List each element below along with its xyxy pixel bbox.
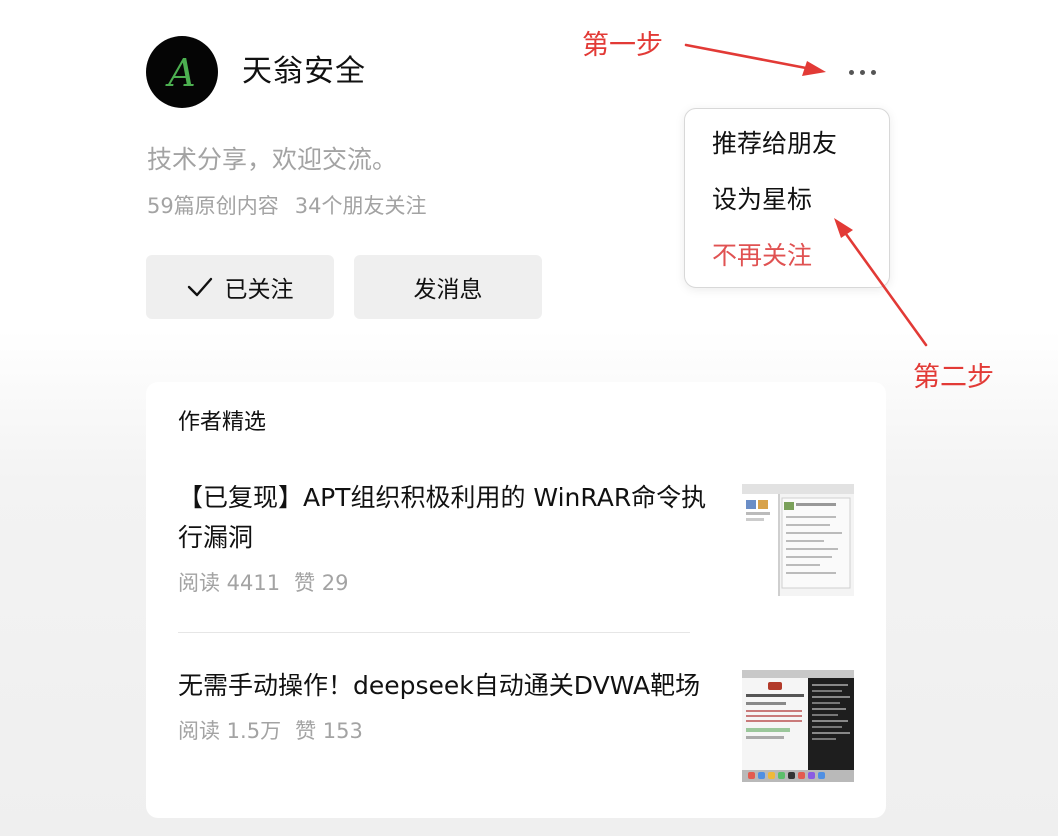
featured-articles-card: 作者精选 【已复现】APT组织积极利用的 WinRAR命令执行漏洞 阅读 441…: [146, 382, 886, 818]
menu-item-star[interactable]: 设为星标: [712, 183, 812, 217]
original-count: 59篇原创内容: [147, 194, 279, 218]
more-options-menu: 推荐给朋友 设为星标 不再关注: [684, 108, 890, 288]
article-title: 无需手动操作！deepseek自动通关DVWA靶场: [178, 671, 701, 700]
send-message-button[interactable]: 发消息: [354, 255, 542, 319]
article-likes: 赞 153: [295, 719, 363, 743]
divider: [178, 632, 690, 633]
send-message-label: 发消息: [413, 277, 483, 303]
avatar[interactable]: A: [146, 36, 218, 108]
more-options-button[interactable]: [838, 58, 886, 86]
avatar-letter: A: [165, 51, 195, 95]
article-likes: 赞 29: [294, 571, 349, 595]
menu-item-recommend[interactable]: 推荐给朋友: [712, 127, 837, 161]
account-stats: 59篇原创内容 34个朋友关注: [147, 191, 426, 221]
arrow-step-one: [684, 43, 826, 76]
article-reads: 阅读 4411: [178, 571, 281, 595]
account-bio: 技术分享，欢迎交流。: [147, 145, 398, 174]
more-dots-icon: [848, 69, 854, 75]
friends-following[interactable]: 34个朋友关注: [295, 194, 427, 218]
more-dot: [870, 69, 876, 75]
checkmark-icon: [187, 277, 212, 297]
article-thumbnail[interactable]: [742, 670, 854, 782]
featured-title: 作者精选: [178, 410, 267, 435]
followed-label: 已关注: [224, 277, 294, 303]
thumbnail-screenshot-image: [742, 670, 854, 782]
annotation-step-one: 第一步: [582, 30, 663, 61]
thumbnail-screenshot-image: [742, 484, 854, 596]
article-title: 【已复现】APT组织积极利用的 WinRAR命令执行漏洞: [178, 483, 707, 552]
account-name: 天翁安全: [242, 54, 366, 89]
avatar-logo: A: [165, 51, 195, 95]
article-thumbnail[interactable]: [742, 484, 854, 596]
menu-item-unfollow[interactable]: 不再关注: [712, 239, 812, 273]
annotation-step-two: 第二步: [913, 362, 994, 393]
more-dot: [859, 69, 865, 75]
article-reads: 阅读 1.5万: [178, 719, 282, 743]
followed-button[interactable]: 已关注: [146, 255, 334, 319]
